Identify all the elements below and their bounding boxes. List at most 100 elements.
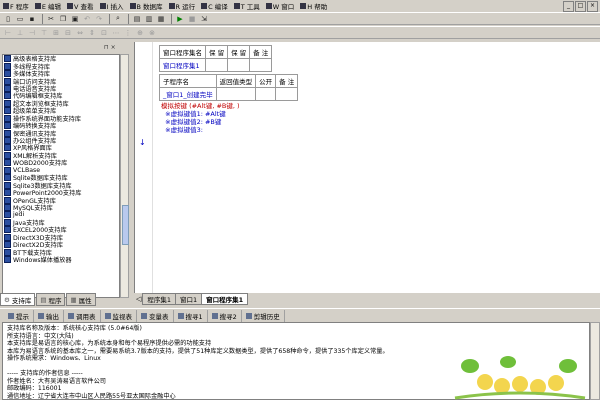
new-file-icon[interactable]: ▯ bbox=[3, 14, 13, 24]
library-tree: 高级表格支持库 多线程支持库 多媒体支持库 端口访问支持库 电话语音支持库 代码编辑框支持… bbox=[2, 54, 120, 298]
library-item[interactable]: WOBD2000支持库 bbox=[3, 159, 119, 167]
align-top-icon[interactable]: ⊤ bbox=[39, 28, 49, 38]
space-h-icon[interactable]: ⋯ bbox=[111, 28, 121, 38]
same-size-icon[interactable]: ⊡ bbox=[99, 28, 109, 38]
tab-program[interactable]: ▤ 程序 bbox=[36, 293, 66, 306]
same-width-icon[interactable]: ⇔ bbox=[75, 28, 85, 38]
table-cell[interactable] bbox=[275, 87, 299, 101]
center-h-icon[interactable]: ⊕ bbox=[135, 28, 145, 38]
output-line: 本支持库是易语言的核心库，为系统本身和每个易程序提供必需的功能支持 bbox=[7, 340, 212, 347]
tab-properties[interactable]: ▦ 属性 bbox=[66, 293, 96, 306]
bottom-tab[interactable]: 搜寻1 bbox=[174, 309, 208, 322]
bottom-tab[interactable]: 监视表 bbox=[101, 309, 137, 322]
library-book-icon bbox=[4, 70, 11, 78]
align-left-icon[interactable]: ⊢ bbox=[3, 28, 13, 38]
restore-button[interactable]: □ bbox=[575, 1, 586, 12]
tab-program-set[interactable]: 程序集1 bbox=[142, 293, 177, 305]
library-item[interactable]: Windows媒体播放器 bbox=[3, 256, 119, 264]
layout-2-icon[interactable]: ▥ bbox=[144, 14, 154, 24]
menu-label: C 编译 bbox=[208, 3, 228, 11]
library-book-icon bbox=[4, 84, 11, 92]
cut-icon[interactable]: ✂ bbox=[46, 14, 56, 24]
step-icon[interactable]: ⇲ bbox=[199, 14, 209, 24]
library-book-icon bbox=[4, 107, 11, 115]
library-book-icon bbox=[4, 99, 11, 107]
layout-1-icon[interactable]: ▤ bbox=[132, 14, 142, 24]
menu-item[interactable]: B 数据库 bbox=[127, 0, 166, 12]
find-icon[interactable]: ⌕ bbox=[113, 14, 123, 24]
library-book-icon bbox=[4, 218, 11, 226]
align-right-icon[interactable]: ⊣ bbox=[27, 28, 37, 38]
bottom-tab[interactable]: 输出 bbox=[34, 309, 64, 322]
bottom-tab[interactable]: 搜寻2 bbox=[208, 309, 242, 322]
tab-window[interactable]: 窗口1 bbox=[175, 293, 203, 305]
table-cell[interactable] bbox=[227, 58, 251, 72]
code-editor[interactable]: ↓ 窗口程序集名 保 留 保 留 备 注 窗口程序集1 子程序名 返回值类型 公… bbox=[134, 42, 600, 293]
code-block[interactable]: 模拟按键 (#Alt键, #B键, ) ※虚拟键值1: #Alt键 ※虚拟键值2… bbox=[161, 100, 240, 134]
table-cell[interactable]: 窗口程序集1 bbox=[159, 58, 206, 72]
bottom-tab[interactable]: 调用表 bbox=[64, 309, 101, 322]
align-middle-icon[interactable]: ⊞ bbox=[51, 28, 61, 38]
table-cell[interactable]: _窗口1_创建完毕 bbox=[159, 87, 217, 101]
tab-support-library[interactable]: ⚙ 支持库 bbox=[0, 293, 36, 306]
center-v-icon[interactable]: ⊗ bbox=[147, 28, 157, 38]
table-cell[interactable] bbox=[255, 87, 277, 101]
bottom-tab[interactable]: 剪辑历史 bbox=[242, 309, 285, 322]
close-button[interactable]: × bbox=[587, 1, 598, 12]
run-icon[interactable]: ▶ bbox=[175, 14, 185, 24]
align-bottom-icon[interactable]: ⊟ bbox=[63, 28, 73, 38]
menu-item[interactable]: H 帮助 bbox=[297, 0, 330, 12]
menu-icon bbox=[265, 3, 272, 9]
menu-item[interactable]: E 编辑 bbox=[32, 0, 64, 12]
table-cell[interactable] bbox=[249, 58, 273, 72]
menu-item[interactable]: C 编译 bbox=[198, 0, 231, 12]
toolbar-separator bbox=[128, 13, 129, 24]
code-line[interactable]: 模拟按键 (#Alt键, #B键, ) bbox=[161, 100, 240, 110]
bottom-tab[interactable]: 提示 bbox=[4, 309, 34, 322]
undo-icon[interactable]: ↶ bbox=[82, 14, 92, 24]
panel-pin-icon[interactable]: ⊓ × bbox=[104, 44, 116, 51]
code-line[interactable]: ※虚拟键值3: bbox=[161, 124, 240, 134]
bottom-tab-icon bbox=[38, 312, 44, 319]
save-icon[interactable]: ▪ bbox=[27, 14, 37, 24]
code-line[interactable]: ※虚拟键值2: #B键 bbox=[161, 116, 240, 126]
table-cell[interactable] bbox=[204, 58, 229, 72]
menu-item[interactable]: R 运行 bbox=[166, 0, 199, 12]
bottom-tab-icon bbox=[245, 312, 252, 319]
minimize-button[interactable]: _ bbox=[563, 1, 574, 12]
library-book-icon bbox=[4, 211, 11, 219]
paste-icon[interactable]: ▣ bbox=[70, 14, 80, 24]
stop-icon[interactable]: ■ bbox=[187, 14, 197, 24]
menu-label: B 数据库 bbox=[136, 3, 163, 11]
table-header: 返回值类型 bbox=[215, 74, 257, 88]
chick-shape bbox=[512, 376, 528, 392]
leaf-shape bbox=[500, 356, 516, 368]
menu-item[interactable]: F 程序 bbox=[0, 0, 32, 12]
open-file-icon[interactable]: ▭ bbox=[15, 14, 25, 24]
library-scrollbar[interactable] bbox=[120, 54, 129, 298]
table-cell[interactable] bbox=[215, 87, 257, 101]
align-center-icon[interactable]: ⊥ bbox=[15, 28, 25, 38]
scrollbar-thumb[interactable] bbox=[122, 205, 129, 245]
menu-item[interactable]: W 窗口 bbox=[263, 0, 298, 12]
leaf-shape bbox=[461, 359, 479, 373]
toolbar-separator bbox=[42, 13, 43, 24]
menu-label: I 插入 bbox=[106, 3, 124, 11]
menu-item[interactable]: T 工具 bbox=[231, 0, 263, 12]
bottom-tab-icon bbox=[68, 312, 74, 319]
tab-scroll-icon[interactable]: ◁ bbox=[136, 295, 141, 303]
library-item[interactable]: MySQL支持库 bbox=[3, 203, 119, 212]
redo-icon[interactable]: ↷ bbox=[94, 14, 104, 24]
output-scrollbar[interactable] bbox=[590, 322, 600, 400]
copy-icon[interactable]: ❐ bbox=[58, 14, 68, 24]
menu-item[interactable]: V 查看 bbox=[64, 0, 97, 12]
layout-3-icon[interactable]: ▦ bbox=[156, 14, 166, 24]
library-book-icon bbox=[4, 55, 11, 63]
same-height-icon[interactable]: ⇕ bbox=[87, 28, 97, 38]
bottom-tab-label: 剪辑历史 bbox=[253, 312, 280, 321]
menu-item[interactable]: I 插入 bbox=[97, 0, 127, 12]
bottom-tab[interactable]: 变量表 bbox=[137, 309, 174, 322]
subroutine-table: 子程序名 返回值类型 公开 备 注 _窗口1_创建完毕 bbox=[159, 74, 299, 101]
tab-window-program-set[interactable]: 窗口程序集1 bbox=[201, 293, 249, 305]
space-v-icon[interactable]: ⋮ bbox=[123, 28, 133, 38]
